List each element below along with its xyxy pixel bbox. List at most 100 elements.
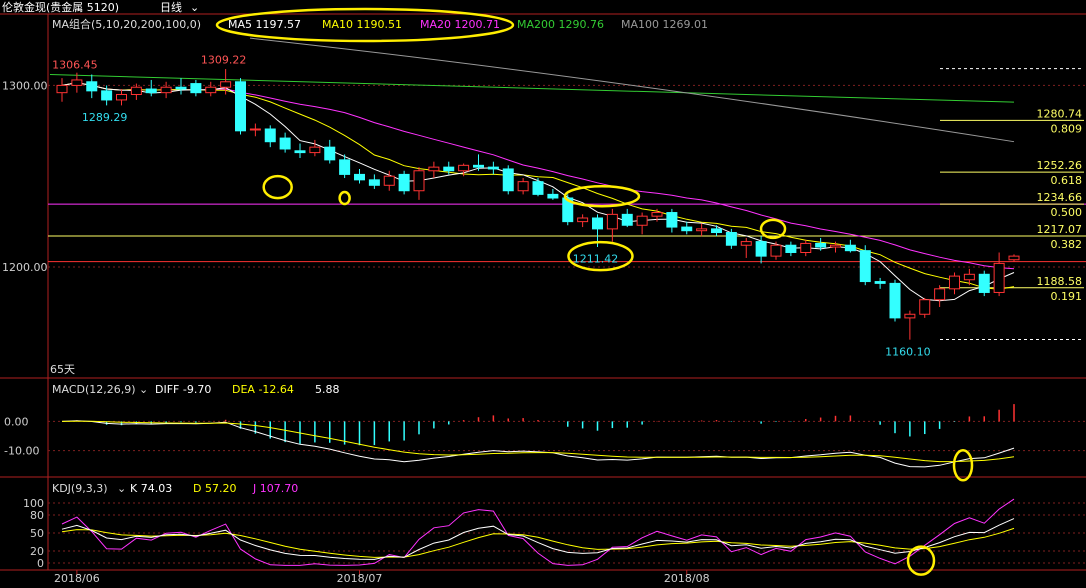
candle-up xyxy=(830,244,841,248)
ma5-value: MA5 1197.57 xyxy=(228,18,301,31)
macd-dea-value: DEA -12.64 xyxy=(232,383,294,396)
x-tick-label: 2018/06 xyxy=(54,572,100,585)
candle-up xyxy=(696,228,708,232)
x-tick-label: 2018/08 xyxy=(664,572,710,585)
fib-ratio-label: 0.618 xyxy=(1051,174,1083,187)
candle-up xyxy=(770,244,782,257)
ma200-value: MA200 1290.76 xyxy=(517,18,604,31)
fib-price-label: 1280.74 xyxy=(1037,107,1083,120)
highlight-circle xyxy=(759,218,787,240)
candle-up xyxy=(636,215,648,226)
candle-up xyxy=(413,170,425,192)
candle-up xyxy=(205,86,217,94)
fib-ratio-label: 0.191 xyxy=(1051,290,1083,303)
gold-daily-chart: 伦敦金现(贵金属 5120) 日线 ⌄ MA组合(5,10,20,200,100… xyxy=(0,0,1086,585)
macd-diff-line xyxy=(61,420,1015,468)
candle-up xyxy=(383,175,395,186)
candle-down xyxy=(547,193,559,199)
kdj-label[interactable]: KDJ(9,3,3) xyxy=(52,482,108,495)
candle-down xyxy=(368,179,380,186)
candle-up xyxy=(577,217,589,223)
candle-down xyxy=(354,173,365,181)
candle-up xyxy=(130,86,142,95)
candle-down xyxy=(621,213,633,226)
candle-down xyxy=(473,164,484,168)
macd-tick-label: 0.00 xyxy=(4,415,29,428)
candle-down xyxy=(889,282,901,319)
candle-down xyxy=(175,86,187,90)
kdj-tick-label: 0 xyxy=(37,557,44,570)
kdj-j-line xyxy=(61,498,1015,566)
candle-down xyxy=(666,212,678,228)
candle-down xyxy=(785,244,797,253)
fib-ratio-label: 0.500 xyxy=(1051,206,1083,219)
kdj-series: 1008050200 xyxy=(23,497,1086,576)
candle-down xyxy=(844,244,856,252)
candle-down xyxy=(487,166,499,170)
candle-down xyxy=(190,83,202,94)
candle-up xyxy=(919,299,931,315)
candle-up xyxy=(116,93,127,101)
candle-up xyxy=(309,146,321,154)
kdj-tick-label: 80 xyxy=(30,509,44,522)
ma100-line xyxy=(249,37,1015,143)
candle-up xyxy=(160,86,172,94)
candle-up xyxy=(517,181,529,192)
macd-tick-label: -10.00 xyxy=(4,445,39,458)
highlight-circle xyxy=(563,184,641,208)
highlight-circle xyxy=(952,448,974,482)
macd-hist-value: 5.88 xyxy=(315,383,340,396)
chevron-down-icon[interactable]: ⌄ xyxy=(117,482,126,495)
kdj-k-value: K 74.03 xyxy=(130,482,172,495)
ma10-value: MA10 1190.51 xyxy=(322,18,402,31)
chevron-down-icon[interactable]: ⌄ xyxy=(190,1,199,14)
candle-down xyxy=(532,181,544,195)
period-selector[interactable]: 日线 xyxy=(160,0,182,14)
candle-down xyxy=(711,228,722,234)
candle-down xyxy=(815,242,827,248)
candle-down xyxy=(874,281,886,284)
candle-down xyxy=(145,88,157,94)
bar-count-label: 65天 xyxy=(50,363,75,376)
candle-up xyxy=(606,213,618,230)
candle-down xyxy=(859,250,871,283)
price-annotation: 1160.10 xyxy=(885,345,931,358)
x-tick-label: 2018/07 xyxy=(337,572,383,585)
macd-series: 0.00 -10.00 xyxy=(4,404,1086,482)
kdj-tick-label: 50 xyxy=(30,527,44,540)
price-tick-label: 1300.00 xyxy=(2,79,48,92)
candle-down xyxy=(681,226,693,232)
candle-up xyxy=(904,313,916,319)
highlight-circle xyxy=(262,174,293,200)
candle-down xyxy=(324,146,336,161)
instrument-title: 伦敦金现(贵金属 5120) xyxy=(2,0,119,14)
price-annotations: 1306.45 1309.22 1289.29 1211.42 1160.10 xyxy=(52,54,931,359)
price-annotation: 1306.45 xyxy=(52,59,98,72)
candle-down xyxy=(294,150,306,154)
macd-label[interactable]: MACD(12,26,9) xyxy=(52,383,136,396)
candle-down xyxy=(592,217,603,230)
candle-up xyxy=(71,79,83,86)
candle-down xyxy=(502,168,514,192)
highlight-circle xyxy=(338,190,351,206)
candle-down xyxy=(235,81,246,132)
candle-up xyxy=(1008,255,1020,261)
candle-up xyxy=(963,273,975,281)
price-tick-label: 1200.00 xyxy=(2,261,48,274)
kdj-header: KDJ(9,3,3) ⌄ K 74.03 D 57.20 J 107.70 xyxy=(52,482,298,495)
kdj-d-value: D 57.20 xyxy=(193,482,236,495)
macd-dea-line xyxy=(61,420,1015,463)
fib-ratio-label: 0.809 xyxy=(1051,122,1083,135)
candle-up xyxy=(249,128,261,131)
candle-up xyxy=(56,84,68,94)
title-bar: 伦敦金现(贵金属 5120) 日线 ⌄ xyxy=(2,0,199,14)
fib-price-label: 1188.58 xyxy=(1037,275,1083,288)
candle-down xyxy=(339,159,351,175)
ma-indicator-label[interactable]: MA组合(5,10,20,200,100,0) xyxy=(52,17,201,31)
chevron-down-icon[interactable]: ⌄ xyxy=(139,383,148,396)
x-axis: 2018/06 2018/07 2018/08 xyxy=(54,570,710,585)
candle-down xyxy=(725,232,737,246)
ma100-value: MA100 1269.01 xyxy=(621,18,708,31)
fib-price-label: 1252.26 xyxy=(1037,159,1083,172)
price-annotation: 1211.42 xyxy=(573,252,619,265)
